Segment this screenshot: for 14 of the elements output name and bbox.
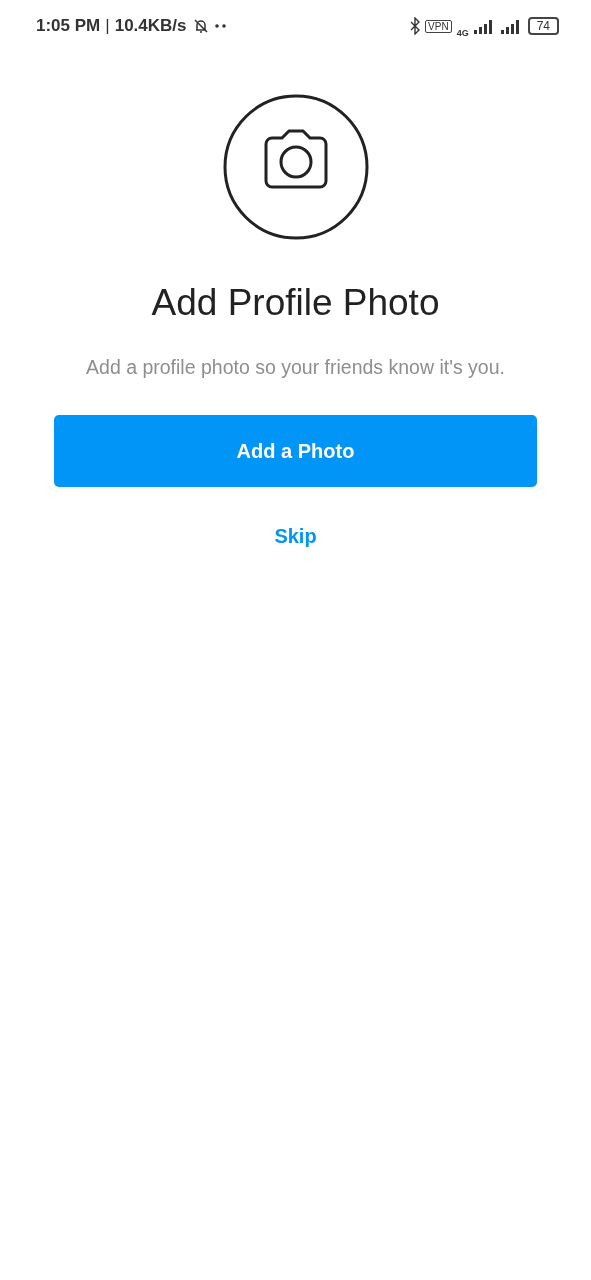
vpn-badge: VPN xyxy=(425,19,452,33)
skip-link[interactable]: Skip xyxy=(274,525,317,548)
dots-icon xyxy=(214,23,227,29)
page-subtitle: Add a profile photo so your friends know it's you. xyxy=(86,356,505,379)
network-speed: 10.4KB/s xyxy=(114,16,187,36)
network-type: 4G xyxy=(456,28,469,38)
bluetooth-icon xyxy=(410,17,421,35)
battery-indicator: 74 xyxy=(527,17,559,35)
status-time: 1:05 PM xyxy=(36,16,101,36)
status-separator: | xyxy=(105,16,110,36)
camera-icon xyxy=(222,94,369,240)
muted-bell-icon xyxy=(191,17,210,35)
page-title: Add Profile Photo xyxy=(151,282,440,324)
add-photo-button[interactable]: Add a Photo xyxy=(54,415,537,487)
